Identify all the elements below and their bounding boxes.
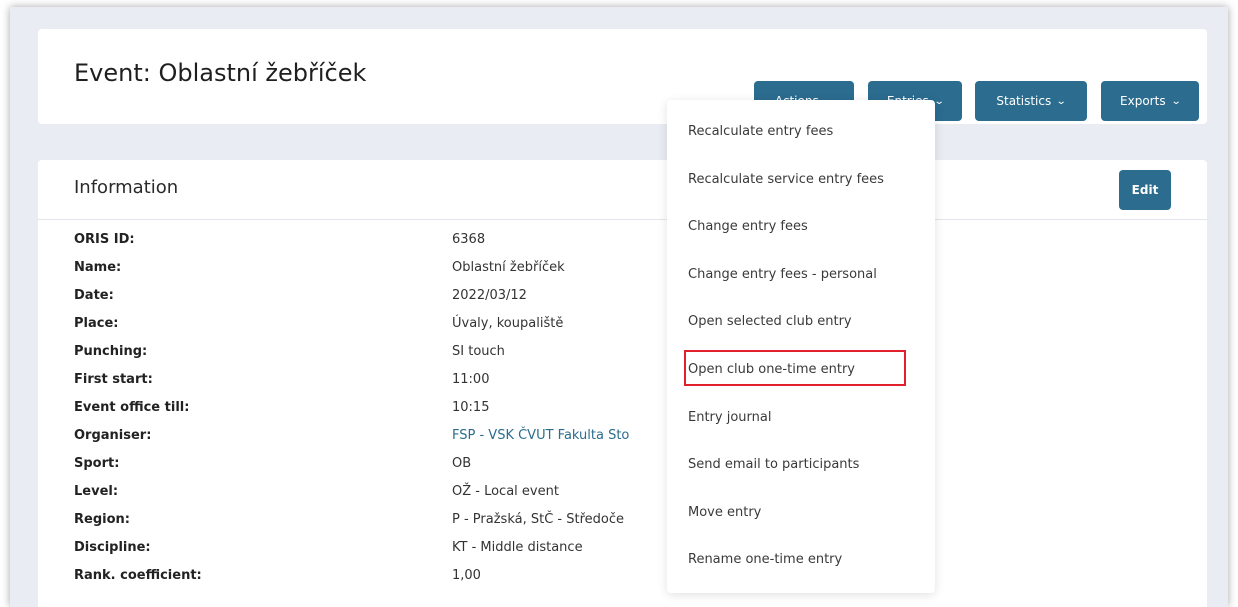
info-label: Discipline:	[74, 540, 151, 555]
info-value: SI touch	[452, 344, 505, 359]
info-value: 6368	[452, 232, 486, 247]
info-label: Rank. coefficient:	[74, 568, 202, 583]
info-label: Punching:	[74, 344, 148, 359]
menu-item-send-email-to-participants[interactable]: Send email to participants	[688, 457, 859, 472]
chevron-down-icon: ⌄	[1055, 95, 1067, 107]
info-label: Date:	[74, 288, 114, 303]
statistics-button-label: Statistics	[996, 94, 1052, 108]
information-card: Information Edit ORIS ID: 6368 Name: Obl…	[38, 160, 1207, 607]
information-title: Information	[74, 177, 179, 198]
organiser-link[interactable]: FSP - VSK ČVUT Fakulta Sto	[452, 428, 629, 443]
info-label: First start:	[74, 372, 153, 387]
exports-button-label: Exports	[1120, 94, 1166, 108]
info-label: Region:	[74, 512, 130, 527]
info-value: KT - Middle distance	[452, 540, 583, 555]
highlight-annotation-box	[684, 350, 906, 386]
statistics-button[interactable]: Statistics ⌄	[975, 81, 1087, 121]
info-label: ORIS ID:	[74, 232, 135, 247]
info-value: 11:00	[452, 372, 490, 387]
info-label: Name:	[74, 260, 122, 275]
chevron-down-icon: ⌄	[1170, 95, 1182, 107]
info-value: 1,00	[452, 568, 481, 583]
entries-dropdown-menu: Recalculate entry fees Recalculate servi…	[667, 100, 935, 593]
menu-item-recalculate-service-entry-fees[interactable]: Recalculate service entry fees	[688, 172, 884, 187]
chevron-down-icon: ⌄	[933, 95, 945, 107]
menu-item-change-entry-fees[interactable]: Change entry fees	[688, 219, 808, 234]
menu-item-recalculate-entry-fees[interactable]: Recalculate entry fees	[688, 124, 833, 139]
info-value: 10:15	[452, 400, 490, 415]
event-header-card: Event: Oblastní žebříček Actions ⌄ Entri…	[38, 29, 1207, 124]
info-value: OB	[452, 456, 472, 471]
info-value: Oblastní žebříček	[452, 260, 565, 275]
page-title: Event: Oblastní žebříček	[74, 59, 367, 87]
info-label: Level:	[74, 484, 119, 499]
app-frame: Event: Oblastní žebříček Actions ⌄ Entri…	[10, 7, 1228, 607]
info-value: OŽ - Local event	[452, 484, 559, 499]
exports-button[interactable]: Exports ⌄	[1101, 81, 1199, 121]
edit-button[interactable]: Edit	[1119, 170, 1171, 210]
menu-item-open-selected-club-entry[interactable]: Open selected club entry	[688, 314, 852, 329]
info-value: P - Pražská, StČ - Středoče	[452, 512, 624, 527]
info-value: 2022/03/12	[452, 288, 527, 303]
menu-item-entry-journal[interactable]: Entry journal	[688, 410, 771, 425]
information-card-header: Information Edit	[38, 160, 1207, 220]
info-label: Event office till:	[74, 400, 190, 415]
menu-item-rename-one-time-entry[interactable]: Rename one-time entry	[688, 552, 842, 567]
menu-item-move-entry[interactable]: Move entry	[688, 505, 761, 520]
menu-item-change-entry-fees-personal[interactable]: Change entry fees - personal	[688, 267, 877, 282]
info-label: Sport:	[74, 456, 120, 471]
info-label: Place:	[74, 316, 119, 331]
info-label: Organiser:	[74, 428, 152, 443]
info-value: Úvaly, koupaliště	[452, 316, 564, 331]
